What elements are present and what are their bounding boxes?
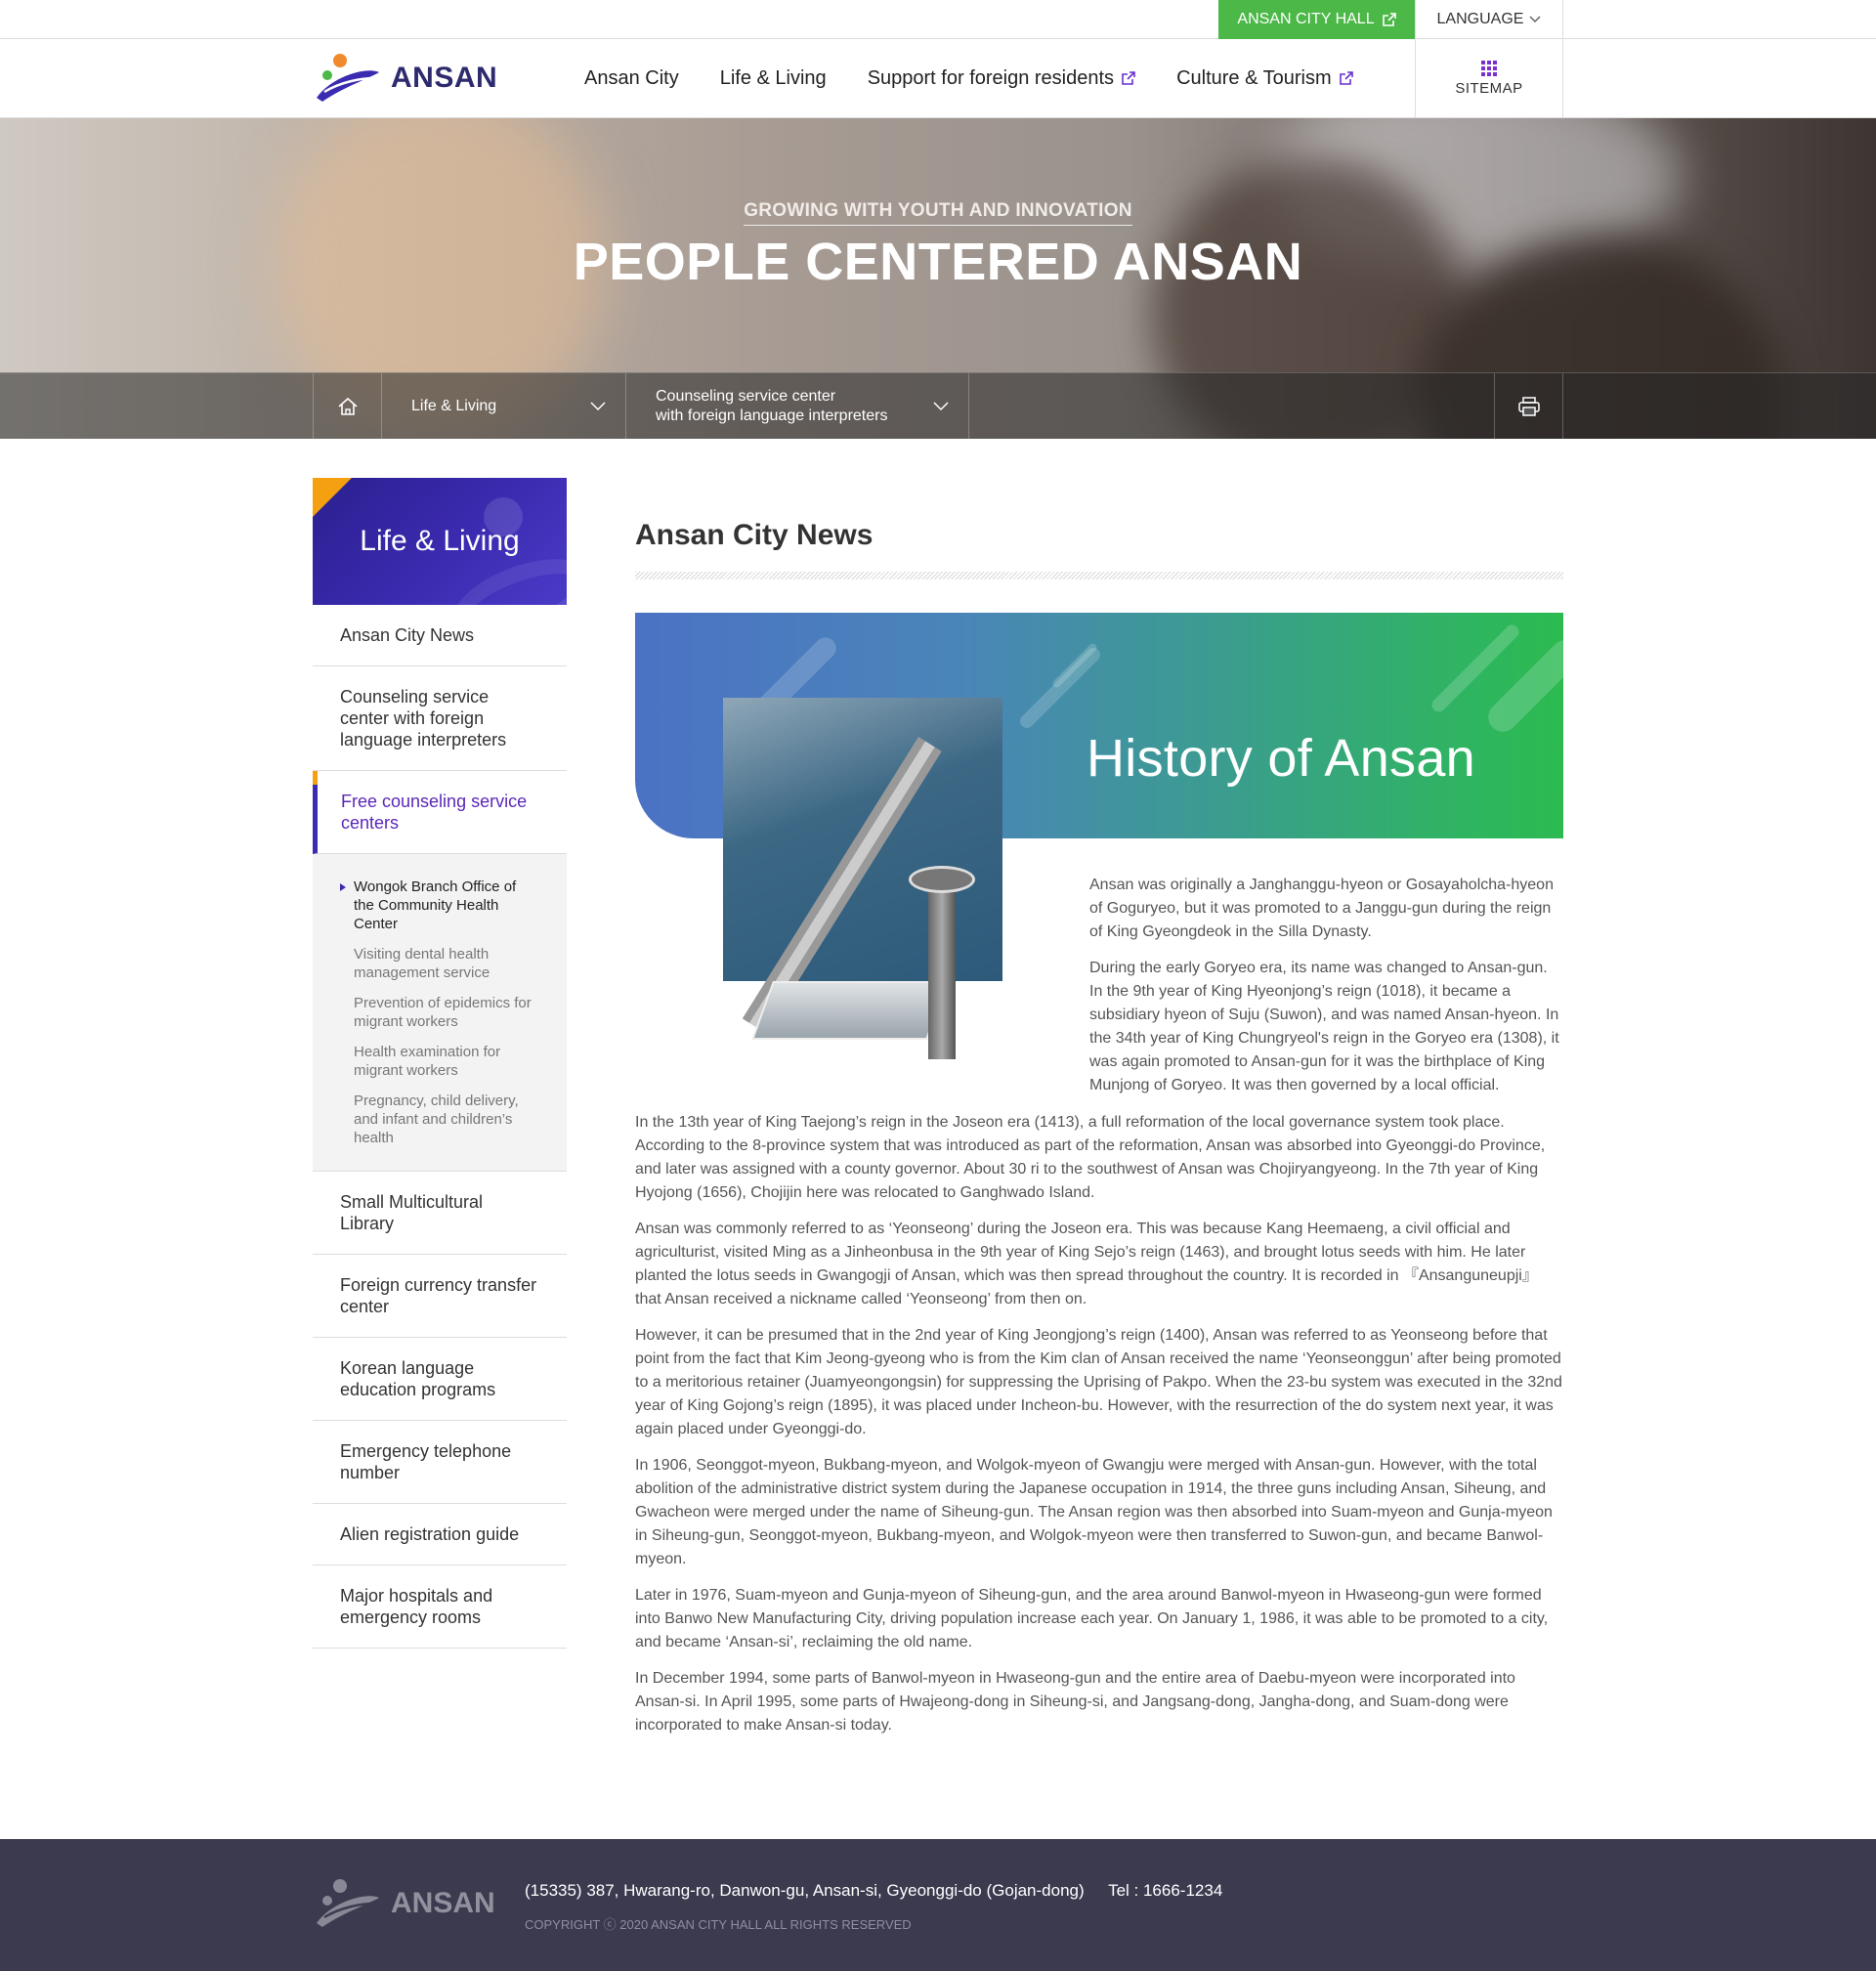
sitemap-label: SITEMAP: [1455, 79, 1523, 97]
chevron-down-icon: [590, 402, 606, 411]
sidebar-item-emergency-phone[interactable]: Emergency telephone number: [313, 1421, 567, 1504]
footer-tel: Tel : 1666-1234: [1108, 1881, 1223, 1900]
breadcrumb-depth1-dropdown[interactable]: Life & Living: [382, 373, 626, 439]
home-icon: [337, 397, 358, 415]
sidebar-nav: Life & Living Ansan City News Counseling…: [313, 478, 567, 1649]
sidebar-title-box: Life & Living: [313, 478, 567, 605]
history-paragraph: Ansan was commonly referred to as ‘Yeons…: [635, 1221, 1538, 1307]
photo-tower-top: [909, 866, 975, 893]
intro-paragraph: Ansan was originally a Janghanggu-hyeon …: [1089, 877, 1554, 940]
hero-title: PEOPLE CENTERED ANSAN: [573, 233, 1303, 291]
city-hall-label: ANSAN CITY HALL: [1237, 11, 1375, 27]
sidebar-item-multicultural-library[interactable]: Small Multicultural Library: [313, 1172, 567, 1255]
main-header: ANSAN Ansan City Life & Living Support f…: [0, 39, 1876, 118]
ansan-tower-photo: [723, 698, 1006, 1079]
history-paragraph: In December 1994, some parts of Banwol-m…: [635, 1670, 1515, 1734]
nav-ansan-city[interactable]: Ansan City: [584, 67, 679, 90]
title-divider: [635, 572, 1563, 579]
footer-address: (15335) 387, Hwarang-ro, Danwon-gu, Ansa…: [525, 1881, 1085, 1900]
breadcrumb-depth2-line2: with foreign language interpreters: [656, 407, 888, 424]
nav-culture-tourism[interactable]: Culture & Tourism: [1176, 67, 1353, 90]
history-paragraph: Later in 1976, Suam-myeon and Gunja-myeo…: [635, 1587, 1549, 1650]
sidebar-title: Life & Living: [360, 525, 520, 557]
photo-building: [751, 981, 949, 1040]
sitemap-button[interactable]: SITEMAP: [1415, 39, 1563, 117]
grid-icon: [1481, 60, 1497, 76]
hero-banner: GROWING WITH YOUTH AND INNOVATION PEOPLE…: [0, 118, 1876, 439]
submenu-item-pregnancy[interactable]: Pregnancy, child delivery, and infant an…: [340, 1092, 537, 1147]
logo-text: ANSAN: [391, 62, 498, 94]
nav-label: Life & Living: [719, 66, 827, 89]
nav-label: Culture & Tourism: [1176, 66, 1332, 89]
home-button[interactable]: [314, 373, 382, 439]
submenu-item-health-exam[interactable]: Health examination for migrant workers: [340, 1043, 537, 1080]
print-button[interactable]: [1494, 373, 1562, 439]
sidebar-item-korean-education[interactable]: Korean language education programs: [313, 1338, 567, 1421]
breadcrumb-depth2-line1: Counseling service center: [656, 388, 836, 405]
sidebar-item-alien-registration[interactable]: Alien registration guide: [313, 1504, 567, 1565]
breadcrumb-depth2-label: Counseling service center with foreign la…: [656, 387, 887, 426]
footer-logo: ANSAN: [313, 1878, 495, 1929]
corner-accent: [313, 478, 352, 527]
submenu-item-epidemic-prevention[interactable]: Prevention of epidemics for migrant work…: [340, 994, 537, 1031]
decorative-stripe: [1017, 645, 1103, 731]
nav-label: Support for foreign residents: [867, 66, 1115, 89]
photo-tower: [928, 883, 956, 1059]
banner-title: History of Ansan: [1087, 729, 1475, 788]
site-logo[interactable]: ANSAN: [313, 53, 497, 104]
breadcrumb: Life & Living Counseling service center w…: [0, 372, 1876, 439]
site-footer: ANSAN (15335) 387, Hwarang-ro, Danwon-gu…: [0, 1839, 1876, 1971]
sidebar-item-free-counseling[interactable]: Free counseling service centers: [313, 771, 567, 854]
print-icon: [1517, 397, 1540, 416]
nav-support-foreign-residents[interactable]: Support for foreign residents: [868, 67, 1135, 90]
chevron-down-icon: [933, 402, 949, 411]
intro-paragraph: During the early Goryeo era, its name wa…: [1089, 960, 1559, 1093]
submenu-item-dental-health[interactable]: Visiting dental health management servic…: [340, 945, 537, 982]
sidebar-item-major-hospitals[interactable]: Major hospitals and emergency rooms: [313, 1565, 567, 1649]
nav-life-living[interactable]: Life & Living: [720, 67, 827, 90]
hero-subtitle-text: GROWING WITH YOUTH AND INNOVATION: [744, 200, 1132, 226]
external-link-icon: [1339, 71, 1353, 85]
history-paragraph: However, it can be presumed that in the …: [635, 1327, 1562, 1437]
footer-copyright: COPYRIGHT ⓒ 2020 ANSAN CITY HALL ALL RIG…: [525, 1917, 912, 1932]
ansan-logo-icon: [317, 1879, 379, 1927]
sidebar-submenu: Wongok Branch Office of the Community He…: [313, 854, 567, 1172]
utility-bar: ANSAN CITY HALL LANGUAGE: [0, 0, 1876, 39]
sidebar-item-currency-transfer[interactable]: Foreign currency transfer center: [313, 1255, 567, 1338]
nav-label: Ansan City: [584, 66, 679, 89]
history-paragraph: In the 13th year of King Taejong’s reign…: [635, 1114, 1546, 1201]
history-paragraph: In 1906, Seonggot-myeon, Bukbang-myeon, …: [635, 1457, 1553, 1567]
breadcrumb-depth1-label: Life & Living: [411, 398, 497, 414]
external-link-icon: [1122, 71, 1135, 85]
language-label: LANGUAGE: [1436, 11, 1524, 27]
main-content: Ansan City News History of Ansan Ansan w…: [635, 478, 1563, 1734]
footer-contact: (15335) 387, Hwarang-ro, Danwon-gu, Ansa…: [525, 1881, 1242, 1901]
global-nav: Ansan City Life & Living Support for for…: [584, 39, 1353, 117]
intro-text: Ansan was originally a Janghanggu-hyeon …: [1089, 874, 1563, 1110]
breadcrumb-depth2-dropdown[interactable]: Counseling service center with foreign la…: [626, 373, 969, 439]
footer-logo-text: ANSAN: [391, 1887, 495, 1919]
city-hall-link[interactable]: ANSAN CITY HALL: [1218, 0, 1415, 39]
hero-subtitle: GROWING WITH YOUTH AND INNOVATION: [0, 200, 1876, 226]
language-dropdown[interactable]: LANGUAGE: [1415, 0, 1563, 39]
sidebar-item-counseling-center[interactable]: Counseling service center with foreign l…: [313, 666, 567, 771]
chevron-down-icon: [1529, 16, 1541, 23]
submenu-item-wongok-branch[interactable]: Wongok Branch Office of the Community He…: [340, 878, 537, 933]
sidebar-item-ansan-city-news[interactable]: Ansan City News: [313, 605, 567, 666]
ansan-logo-icon: [317, 54, 379, 102]
external-link-icon: [1382, 13, 1396, 26]
page-title: Ansan City News: [635, 519, 874, 551]
history-text: In the 13th year of King Taejong’s reign…: [635, 1111, 1563, 1750]
